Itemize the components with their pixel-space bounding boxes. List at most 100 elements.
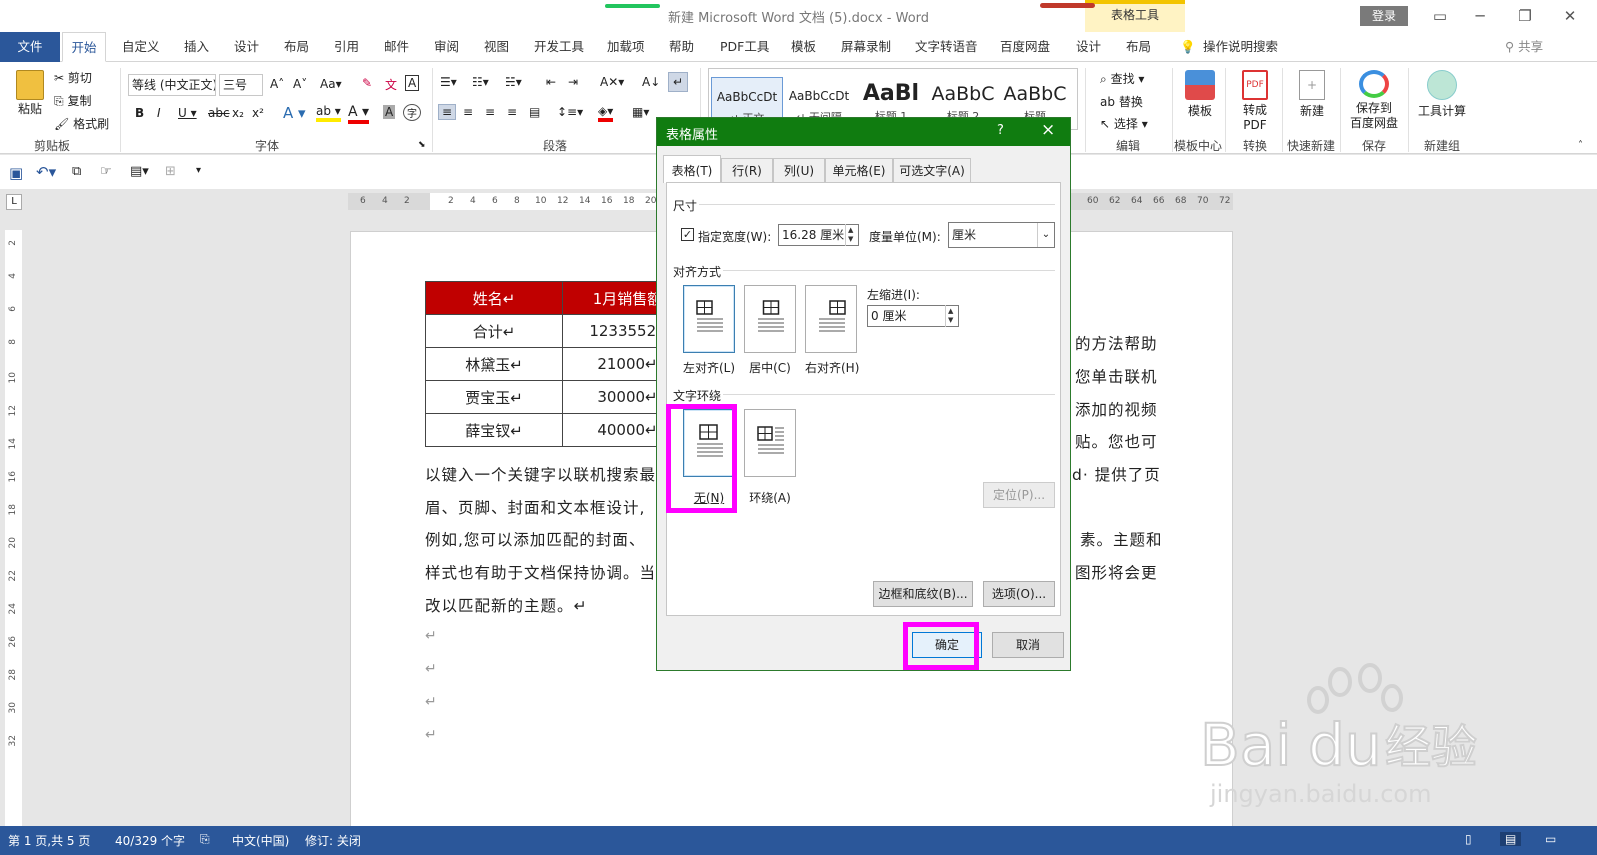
format-painter-button[interactable]: 🖌 格式刷 [54, 115, 109, 132]
close-icon[interactable]: × [1041, 120, 1055, 140]
align-right-button[interactable] [805, 285, 857, 353]
save-icon[interactable]: ▣ [9, 164, 23, 182]
customize-qat-icon[interactable]: ▾ [196, 165, 201, 176]
tab-table-design[interactable]: 设计 [1076, 32, 1101, 62]
tool-calc-button[interactable]: 工具计算 [1412, 68, 1472, 119]
table-cell[interactable]: 贾宝玉↵ [425, 380, 563, 414]
copy-button[interactable]: ⎘ 复制 [54, 92, 91, 109]
share-button[interactable]: ⚲ 共享 [1505, 32, 1543, 62]
language-indicator[interactable]: 中文(中国) [232, 832, 289, 849]
enclose-char-icon[interactable]: 字 [403, 104, 421, 121]
options-button[interactable]: 选项(O)... [983, 581, 1055, 607]
tab-addins[interactable]: 加载项 [607, 32, 645, 62]
spin-down-icon[interactable]: ▼ [948, 316, 953, 324]
font-color-icon[interactable]: A ▾ [348, 104, 370, 124]
tab-alt-text[interactable]: 可选文字(A) [893, 158, 971, 182]
justify-icon[interactable]: ≡ [507, 105, 517, 119]
cut-button[interactable]: ✂ 剪切 [54, 69, 92, 86]
distributed-icon[interactable]: ▤ [529, 105, 540, 119]
subscript-icon[interactable]: x₂ [232, 106, 244, 120]
ribbon-display-icon[interactable]: ▭ [1420, 4, 1460, 28]
tab-pdf-tools[interactable]: PDF工具 [720, 32, 769, 62]
proofing-icon[interactable]: ⎘ [200, 832, 210, 847]
line-spacing-icon[interactable]: ↕≡▾ [557, 105, 583, 119]
tab-review[interactable]: 审阅 [434, 32, 459, 62]
tab-templates[interactable]: 模板 [791, 32, 816, 62]
tab-file[interactable]: 文件 [0, 32, 60, 62]
tab-insert[interactable]: 插入 [184, 32, 209, 62]
tab-row[interactable]: 行(R) [721, 158, 773, 182]
tab-design[interactable]: 设计 [234, 32, 259, 62]
paste-button[interactable]: 粘贴 [12, 68, 48, 117]
web-layout-icon[interactable]: ▭ [1545, 832, 1556, 846]
bold-icon[interactable]: B [135, 106, 144, 120]
superscript-icon[interactable]: x² [252, 106, 264, 120]
phonetic-icon[interactable]: 文 [385, 76, 397, 93]
restore-icon[interactable]: ❐ [1505, 4, 1545, 28]
align-left-icon[interactable]: ≡ [438, 104, 457, 120]
italic-icon[interactable]: I [157, 106, 161, 120]
new-page-icon[interactable]: ⊞ [165, 164, 176, 179]
width-spinner[interactable]: ▲ ▼ [845, 224, 858, 246]
multilevel-list-icon[interactable]: ☵▾ [505, 75, 522, 89]
tab-help[interactable]: 帮助 [669, 32, 694, 62]
position-button[interactable]: 定位(P)... [983, 482, 1055, 508]
cancel-button[interactable]: 取消 [992, 632, 1064, 658]
touch-mode-icon[interactable]: ☞ [100, 164, 112, 179]
repeat-icon[interactable]: ⧉ [72, 164, 81, 179]
chevron-down-icon[interactable]: ⌄ [1037, 223, 1054, 247]
decrease-indent-icon[interactable]: ⇤ [546, 75, 556, 89]
undo-icon[interactable]: ↶▾ [36, 163, 56, 181]
shrink-font-icon[interactable]: A˅ [293, 77, 307, 91]
save-to-baidu-button[interactable]: 保存到 百度网盘 [1346, 68, 1402, 131]
table-cell[interactable]: 林黛玉↵ [425, 347, 563, 381]
help-button[interactable]: ? [997, 123, 1004, 138]
align-left-button[interactable] [683, 285, 735, 353]
grow-font-icon[interactable]: A˄ [270, 77, 284, 91]
sort-icon[interactable]: A↓ [642, 75, 660, 89]
highlight-icon[interactable]: ab ▾ [316, 104, 341, 122]
word-count[interactable]: 40/329 个字 [115, 832, 185, 849]
tab-screen-record[interactable]: 屏幕录制 [841, 32, 891, 62]
tab-view[interactable]: 视图 [484, 32, 509, 62]
layout-icon[interactable]: ▤▾ [130, 164, 149, 179]
char-border-icon[interactable]: A [405, 75, 420, 91]
table-cell[interactable]: 薛宝钗↵ [425, 413, 563, 447]
increase-indent-icon[interactable]: ⇥ [568, 75, 578, 89]
tab-column[interactable]: 列(U) [773, 158, 825, 182]
tab-cell[interactable]: 单元格(E) [825, 158, 893, 182]
change-case-icon[interactable]: Aa▾ [320, 77, 342, 91]
tab-home[interactable]: 开始 [62, 32, 106, 62]
align-center-button[interactable] [744, 285, 796, 353]
login-button[interactable]: 登录 [1360, 6, 1408, 26]
wrap-around-button[interactable] [744, 409, 796, 477]
font-size-select[interactable]: 三号 [219, 74, 263, 96]
borders-icon[interactable]: ▦▾ [632, 105, 649, 119]
width-checkbox[interactable]: ✓ [681, 228, 694, 241]
char-shading-icon[interactable]: A [383, 105, 396, 119]
shading-icon[interactable]: ◈▾ [598, 104, 614, 122]
show-marks-icon[interactable]: ↵ [668, 72, 689, 92]
spin-up-icon[interactable]: ▲ [848, 226, 853, 234]
select-button[interactable]: ↖ 选择 ▾ [1100, 115, 1148, 132]
font-name-select[interactable]: 等线 (中文正文) [128, 74, 216, 96]
tab-customize[interactable]: 自定义 [122, 32, 160, 62]
print-layout-icon[interactable]: ▤ [1500, 832, 1522, 846]
tab-references[interactable]: 引用 [334, 32, 359, 62]
tab-table[interactable]: 表格(T) [663, 155, 721, 183]
tab-developer[interactable]: 开发工具 [534, 32, 584, 62]
convert-pdf-button[interactable]: PDF 转成 PDF [1233, 68, 1277, 133]
numbering-icon[interactable]: ☷▾ [472, 75, 489, 89]
underline-icon[interactable]: U ▾ [178, 106, 197, 120]
tab-tts[interactable]: 文字转语音 [915, 32, 978, 62]
tab-baidu-pan[interactable]: 百度网盘 [1000, 32, 1050, 62]
spin-up-icon[interactable]: ▲ [948, 307, 953, 315]
align-right-icon[interactable]: ≡ [485, 105, 495, 119]
indent-spinner[interactable]: ▲ ▼ [945, 305, 958, 327]
asian-layout-icon[interactable]: A✕▾ [600, 75, 624, 89]
text-effect-icon[interactable]: A ▾ [283, 104, 306, 122]
vertical-ruler[interactable]: 2 4 6 8 10 12 14 16 18 20 22 24 26 28 30 32 [5, 230, 22, 826]
table-cell[interactable]: 姓名↵ [425, 281, 563, 315]
strikethrough-icon[interactable]: abc [208, 106, 230, 120]
track-changes-status[interactable]: 修订: 关闭 [305, 832, 361, 849]
